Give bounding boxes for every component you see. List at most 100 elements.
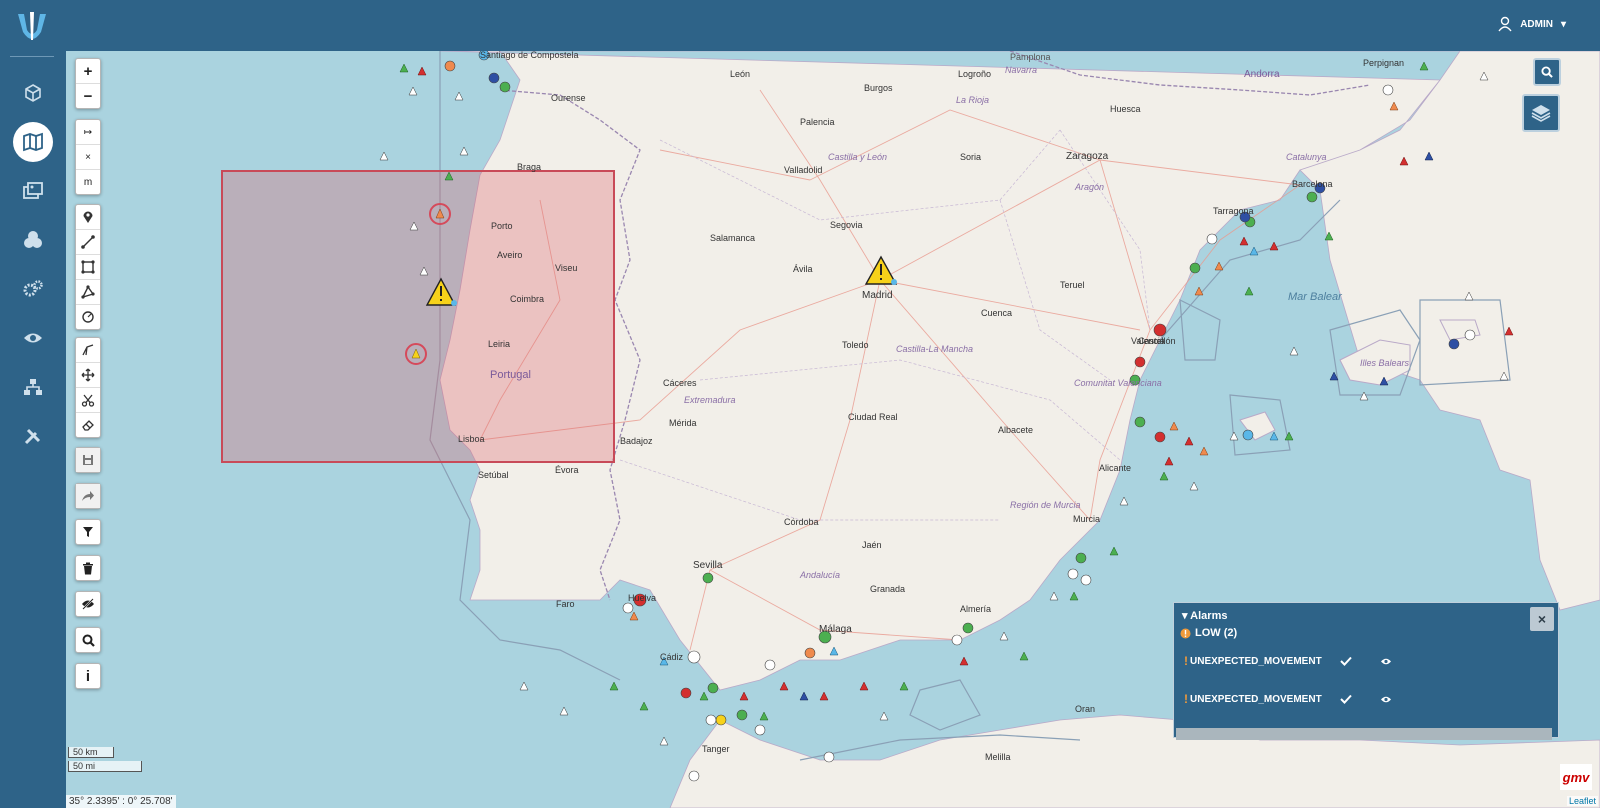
draw-marker-button[interactable] xyxy=(76,205,100,230)
draw-circle-button[interactable] xyxy=(76,305,100,329)
svg-text:Andorra: Andorra xyxy=(1244,69,1280,80)
alarm-row[interactable]: ! UNEXPECTED_MOVEMENT xyxy=(1184,654,1391,668)
filter-button[interactable] xyxy=(76,520,100,544)
sidebar-item-tools[interactable] xyxy=(13,416,53,456)
svg-text:Catalunya: Catalunya xyxy=(1286,152,1327,162)
svg-text:Soria: Soria xyxy=(960,152,981,162)
save-button[interactable] xyxy=(76,448,100,472)
svg-text:Granada: Granada xyxy=(870,584,905,594)
svg-text:Madrid: Madrid xyxy=(862,290,893,301)
erase-button[interactable] xyxy=(76,413,100,437)
zoom-out-button[interactable]: − xyxy=(76,84,100,108)
zoom-in-button[interactable]: + xyxy=(76,59,100,84)
toggle-visibility-button[interactable] xyxy=(76,592,100,616)
svg-text:Murcia: Murcia xyxy=(1073,514,1100,524)
eraser-icon xyxy=(82,420,94,431)
check-icon[interactable] xyxy=(1340,694,1352,704)
svg-text:Aragón: Aragón xyxy=(1074,182,1104,192)
images-icon xyxy=(23,182,43,199)
draw-rectangle-button[interactable] xyxy=(76,255,100,280)
delete-button[interactable] xyxy=(76,556,100,580)
svg-text:Andalucía: Andalucía xyxy=(799,570,840,580)
exclamation-icon: ! xyxy=(1184,692,1188,706)
sidebar xyxy=(0,0,66,808)
svg-text:Castilla y León: Castilla y León xyxy=(828,152,887,162)
user-menu[interactable]: ADMIN ▾ xyxy=(1498,16,1566,32)
exclamation-icon: ! xyxy=(1184,654,1188,668)
svg-text:Aveiro: Aveiro xyxy=(497,250,522,260)
svg-text:Ávila: Ávila xyxy=(793,264,813,274)
svg-text:Región de Murcia: Región de Murcia xyxy=(1010,500,1081,510)
sidebar-item-settings[interactable] xyxy=(13,269,53,309)
visibility-control xyxy=(75,591,101,617)
drag-button[interactable] xyxy=(76,363,100,388)
svg-text:Tarragona: Tarragona xyxy=(1213,206,1254,216)
sidebar-item-images[interactable] xyxy=(13,171,53,211)
tools-icon xyxy=(24,428,41,445)
measure-clear-button[interactable]: × xyxy=(76,145,100,170)
measure-unit-button[interactable]: m xyxy=(76,170,100,194)
svg-text:Badajoz: Badajoz xyxy=(620,436,653,446)
share-control xyxy=(75,483,101,509)
draw-polygon-button[interactable] xyxy=(76,280,100,305)
alarm-level-low[interactable]: LOW (2) xyxy=(1180,627,1237,639)
draw-polyline-button[interactable] xyxy=(76,230,100,255)
eye-icon[interactable] xyxy=(1380,657,1392,666)
svg-text:Faro: Faro xyxy=(556,599,575,609)
svg-text:Zaragoza: Zaragoza xyxy=(1066,151,1109,162)
alarm-type: UNEXPECTED_MOVEMENT xyxy=(1190,693,1322,705)
draw-controls xyxy=(75,204,101,330)
sidebar-item-box[interactable] xyxy=(13,73,53,113)
share-button[interactable] xyxy=(76,484,100,508)
map-search-button[interactable] xyxy=(76,628,100,652)
scissors-icon xyxy=(81,394,95,407)
svg-text:Palencia: Palencia xyxy=(800,117,835,127)
svg-text:León: León xyxy=(730,69,750,79)
svg-text:Santiago de Compostela: Santiago de Compostela xyxy=(480,51,579,60)
leaflet-attribution[interactable]: Leaflet xyxy=(1566,796,1598,806)
svg-text:Castilla-La Mancha: Castilla-La Mancha xyxy=(896,344,973,354)
svg-text:Viseu: Viseu xyxy=(555,263,577,273)
top-bar: ADMIN ▾ xyxy=(66,0,1600,51)
cut-button[interactable] xyxy=(76,388,100,413)
svg-text:Mar Balear: Mar Balear xyxy=(1288,291,1343,303)
save-control xyxy=(75,447,101,473)
svg-text:Comunitat Valenciana: Comunitat Valenciana xyxy=(1074,378,1162,388)
chevron-down-icon: ▾ xyxy=(1560,18,1566,30)
user-icon xyxy=(1498,16,1512,32)
map-view[interactable]: Madrid Zaragoza Barcelona Valencia Sevil… xyxy=(66,51,1600,808)
svg-text:Melilla: Melilla xyxy=(985,752,1011,762)
alarm-level-label: LOW (2) xyxy=(1195,627,1238,639)
sidebar-divider xyxy=(10,56,54,57)
sidebar-item-map[interactable] xyxy=(13,122,53,162)
alarms-panel: ▾ Alarms × LOW (2) ! UNEXPECTED_MOVEMENT… xyxy=(1173,602,1559,740)
alarms-header[interactable]: ▾ Alarms xyxy=(1182,609,1227,622)
svg-text:Valladolid: Valladolid xyxy=(784,165,822,175)
info-button[interactable]: i xyxy=(76,664,100,688)
caret-down-icon: ▾ xyxy=(1182,610,1191,622)
global-search-button[interactable] xyxy=(1533,58,1561,86)
monitoring-zone[interactable] xyxy=(221,170,615,463)
gears-icon xyxy=(23,280,43,297)
trident-logo[interactable] xyxy=(14,10,50,44)
move-icon xyxy=(81,368,95,382)
sitemap-icon xyxy=(24,379,42,395)
close-button[interactable]: × xyxy=(1530,607,1554,631)
sidebar-item-watch[interactable] xyxy=(13,318,53,358)
svg-text:Córdoba: Córdoba xyxy=(784,517,819,527)
check-icon[interactable] xyxy=(1340,656,1352,666)
svg-text:Perpignan: Perpignan xyxy=(1363,58,1404,68)
svg-text:Mérida: Mérida xyxy=(669,418,697,428)
svg-text:Portugal: Portugal xyxy=(490,369,531,381)
sidebar-item-network[interactable] xyxy=(13,367,53,407)
alarm-row[interactable]: ! UNEXPECTED_MOVEMENT xyxy=(1184,692,1391,706)
svg-text:Setúbal: Setúbal xyxy=(478,470,509,480)
layers-button[interactable] xyxy=(1522,94,1560,132)
measure-start-button[interactable]: ↦ xyxy=(76,120,100,145)
svg-text:Cádiz: Cádiz xyxy=(660,652,684,662)
sidebar-item-cubes[interactable] xyxy=(13,220,53,260)
svg-text:Jaén: Jaén xyxy=(862,540,882,550)
edit-vertices-button[interactable] xyxy=(76,338,100,363)
eye-slash-icon xyxy=(82,598,94,610)
eye-icon[interactable] xyxy=(1380,695,1392,704)
